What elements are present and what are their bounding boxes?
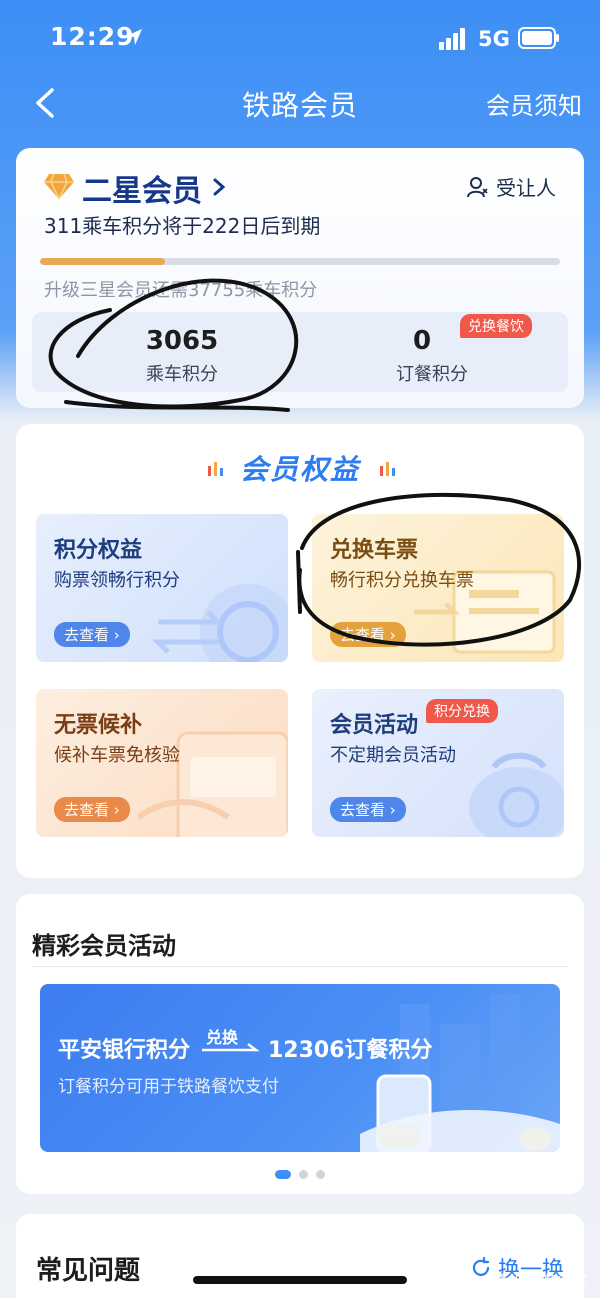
member-activities-section: 精彩会员活动 平安银行积分 兑换 12306订餐积分 订餐积分可用于铁路餐饮支付 [16,894,584,1194]
view-button[interactable]: 去查看 › [330,797,406,822]
beneficiary-button[interactable]: 受让人 [466,172,556,201]
status-time: 12:29 [50,22,135,51]
view-button-label: 去查看 [64,626,110,644]
home-indicator[interactable] [193,1276,407,1284]
view-button[interactable]: 去查看 › [54,797,130,822]
refresh-icon [472,1257,490,1276]
upgrade-hint: 升级三星会员还需37755乘车积分 [44,280,318,301]
exchange-meal-badge[interactable]: 兑换餐饮 [460,314,532,338]
banner-target-text: 12306订餐积分 [268,1038,433,1063]
level-progress-bar [40,258,560,265]
faq-title: 常见问题 [36,1256,141,1286]
benefit-tile-waitlist[interactable]: 无票候补 候补车票免核验 去查看 › [36,689,288,837]
nav-bar: 铁路会员 会员须知 [0,72,600,132]
watermark: 值 什么值得买 [493,1272,588,1290]
tile-subtitle: 不定期会员活动 [330,745,456,766]
cellular-signal-icon [439,28,465,50]
benefit-tile-exchange-ticket[interactable]: 兑换车票 畅行积分兑换车票 去查看 › [312,514,564,662]
ride-points-label: 乘车积分 [146,364,218,385]
points-exchange-badge: 积分兑换 [426,699,498,723]
benefit-tile-activities[interactable]: 积分兑换 会员活动 不定期会员活动 去查看 › [312,689,564,837]
diamond-icon [44,173,74,200]
tile-subtitle: 购票领畅行积分 [54,570,180,591]
network-type: 5G [478,27,510,51]
view-button-label: 去查看 [340,801,386,819]
view-button-label: 去查看 [64,801,110,819]
member-card: 二星会员 受让人 311乘车积分将于222日后到期 升级三星会员还需37755乘… [16,148,584,408]
tile-title: 无票候补 [54,713,143,738]
member-benefits-section: 会员权益 积分权益 购票领畅行积分 去查看 › 兑换车票 畅行积分兑换车票 去查… [16,424,584,878]
user-icon [467,176,488,197]
member-level[interactable]: 二星会员 [82,166,202,210]
banner-subtitle: 订餐积分可用于铁路餐饮支付 [58,1077,279,1097]
chevron-right-icon[interactable] [212,178,226,196]
ride-points-value[interactable]: 3065 [132,326,232,356]
view-button[interactable]: 去查看 › [330,622,406,647]
bars-decoration-icon [380,462,395,476]
tile-subtitle: 候补车票免核验 [54,745,180,766]
exchange-arrow-icon [202,1043,260,1052]
activities-title: 精彩会员活动 [32,932,176,960]
points-summary: 3065 乘车积分 0 订餐积分 兑换餐饮 [32,312,568,392]
carousel-dots [16,1170,584,1179]
carousel-dot-active[interactable] [275,1170,291,1179]
benefit-tile-points[interactable]: 积分权益 购票领畅行积分 去查看 › [36,514,288,662]
tile-title: 积分权益 [54,538,143,563]
tile-title: 会员活动 [330,713,419,738]
banner-source-text: 平安银行积分 [58,1038,191,1063]
tile-title: 兑换车票 [330,538,419,563]
view-button[interactable]: 去查看 › [54,622,130,647]
carousel-dot[interactable] [316,1170,325,1179]
status-bar: 12:29 5G [0,0,600,72]
member-notice-link[interactable]: 会员须知 [486,86,582,121]
battery-icon [518,27,559,49]
beneficiary-label: 受让人 [496,176,556,200]
level-progress-fill [40,258,165,265]
benefits-title: 会员权益 [239,453,360,486]
tile-subtitle: 畅行积分兑换车票 [330,570,474,591]
view-button-label: 去查看 [340,626,386,644]
city-phone-coins-illustration [360,994,560,1152]
activity-banner[interactable]: 平安银行积分 兑换 12306订餐积分 订餐积分可用于铁路餐饮支付 [40,984,560,1152]
location-arrow-icon [126,29,142,45]
meal-points-value[interactable]: 0 [392,326,452,356]
meal-points-label: 订餐积分 [396,364,468,385]
carousel-dot[interactable] [299,1170,308,1179]
points-expire-text: 311乘车积分将于222日后到期 [44,214,321,238]
divider [32,966,568,967]
